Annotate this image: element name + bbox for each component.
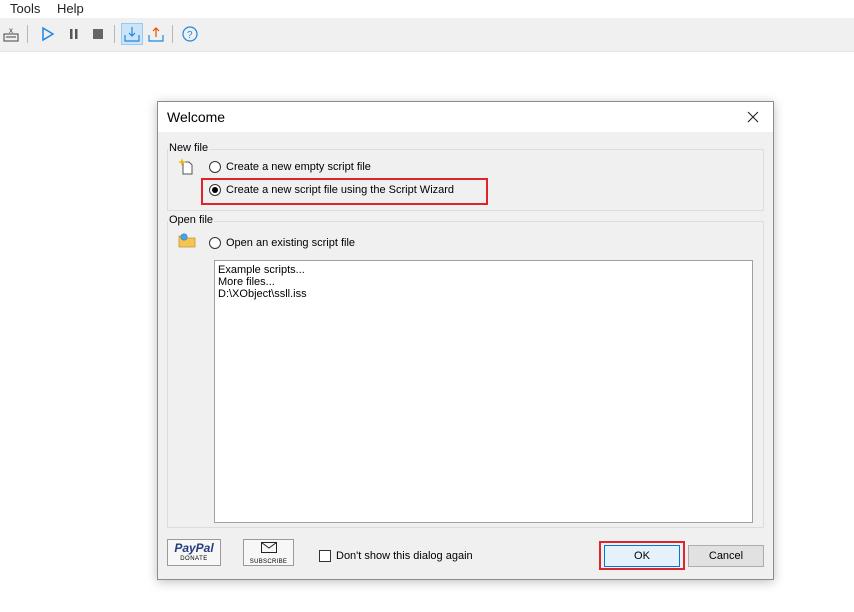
radio-button[interactable] — [209, 237, 221, 249]
subscribe-button[interactable]: SUBSCRIBE — [243, 539, 294, 566]
open-folder-icon — [178, 232, 196, 253]
new-file-label: New file — [168, 142, 210, 154]
dialog-titlebar: Welcome — [158, 102, 773, 132]
radio-button[interactable] — [209, 161, 221, 173]
list-item[interactable]: More files... — [218, 276, 749, 288]
dont-show-label: Don't show this dialog again — [336, 550, 473, 562]
close-icon — [747, 111, 759, 123]
list-item[interactable]: Example scripts... — [218, 264, 749, 276]
radio-new-empty[interactable]: Create a new empty script file — [209, 161, 371, 173]
close-button[interactable] — [735, 103, 771, 131]
toolbar-separator — [114, 25, 115, 43]
dont-show-checkbox[interactable] — [319, 550, 331, 562]
menu-bar: Tools Help — [0, 0, 854, 17]
toolbar-separator — [172, 25, 173, 43]
list-item[interactable]: D:\XObject\ssll.iss — [218, 288, 749, 300]
paypal-caption: DONATE — [180, 556, 208, 562]
radio-open-existing[interactable]: Open an existing script file — [209, 237, 355, 249]
dont-show-checkbox-row[interactable]: Don't show this dialog again — [319, 550, 473, 562]
recent-files-list[interactable]: Example scripts... More files... D:\XObj… — [214, 260, 753, 523]
menu-tools[interactable]: Tools — [10, 1, 40, 16]
new-file-icon — [178, 157, 194, 180]
open-file-label: Open file — [168, 214, 215, 226]
ok-button[interactable]: OK — [604, 545, 680, 567]
play-icon[interactable] — [37, 23, 59, 45]
radio-new-wizard[interactable]: Create a new script file using the Scrip… — [209, 184, 454, 196]
radio-button-checked[interactable] — [209, 184, 221, 196]
cancel-button[interactable]: Cancel — [688, 545, 764, 567]
upload-icon[interactable] — [145, 23, 167, 45]
envelope-icon — [260, 542, 277, 553]
help-icon[interactable]: ? — [179, 23, 201, 45]
radio-new-empty-label: Create a new empty script file — [226, 161, 371, 173]
welcome-dialog: Welcome New file Create a new empty scri… — [157, 101, 774, 580]
paypal-logo: PayPal — [174, 541, 214, 555]
menu-help[interactable]: Help — [57, 1, 84, 16]
svg-text:x: x — [9, 26, 13, 35]
exit-icon[interactable]: x — [0, 23, 22, 45]
paypal-donate-button[interactable]: PayPal DONATE — [167, 539, 221, 566]
radio-open-existing-label: Open an existing script file — [226, 237, 356, 249]
subscribe-caption: SUBSCRIBE — [249, 559, 288, 565]
install-icon[interactable] — [121, 23, 143, 45]
svg-text:?: ? — [187, 30, 193, 41]
dialog-title: Welcome — [167, 109, 226, 125]
toolbar-separator — [27, 25, 28, 43]
toolbar: x ? — [0, 18, 854, 52]
pause-icon[interactable] — [63, 23, 85, 45]
stop-icon[interactable] — [87, 23, 109, 45]
radio-new-wizard-label: Create a new script file using the Scrip… — [226, 184, 455, 196]
